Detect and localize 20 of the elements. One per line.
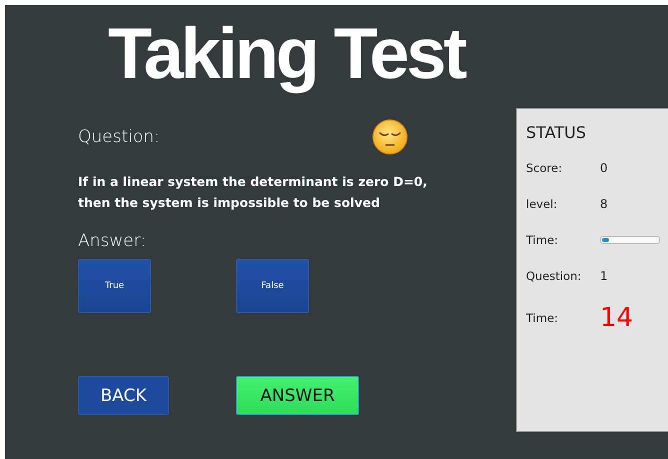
answer-button[interactable]: ANSWER — [236, 376, 359, 415]
status-label: Question: — [526, 269, 582, 283]
status-value: 1 — [600, 269, 608, 283]
timer-value: 14 — [600, 303, 634, 333]
page-title: Taking Test — [108, 14, 466, 94]
status-title: STATUS — [526, 123, 588, 142]
answer-option-button[interactable]: False — [236, 259, 309, 313]
status-label: level: — [526, 197, 558, 211]
back-button[interactable]: BACK — [78, 376, 169, 415]
status-label: Time: — [526, 233, 560, 247]
question-label: Question: — [78, 127, 160, 147]
answer-option-button[interactable]: True — [78, 259, 151, 313]
status-value: 8 — [600, 197, 608, 211]
time-progress-bar — [600, 236, 660, 244]
status-label: Score: — [526, 161, 564, 175]
answer-label: Answer: — [78, 231, 148, 251]
status-value: 0 — [600, 161, 608, 175]
question-text: If in a linear system the determinant is zero D=0, then the system is impossible to be solved — [78, 173, 428, 212]
sad-face-icon — [372, 119, 408, 155]
status-label: Time: — [526, 311, 560, 325]
